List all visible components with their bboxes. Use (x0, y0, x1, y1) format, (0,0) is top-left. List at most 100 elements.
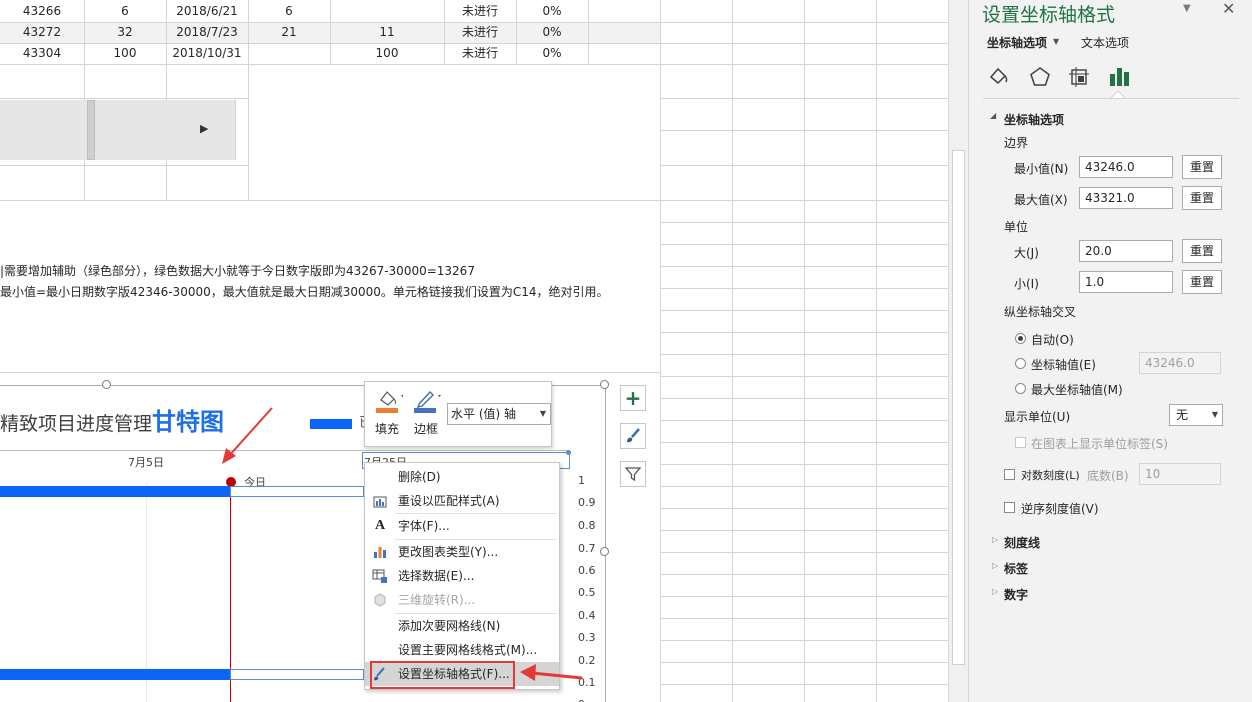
table-cell[interactable]: 6 (84, 1, 166, 22)
chart-element-value: 水平 (值) 轴 (451, 407, 516, 421)
radio-auto[interactable] (1015, 333, 1026, 344)
minor-reset-button[interactable]: 重置 (1182, 270, 1222, 294)
min-bound-input[interactable] (1079, 156, 1173, 178)
gantt-bar-remaining[interactable] (230, 669, 364, 680)
table-cell[interactable]: 11 (330, 22, 444, 43)
scroll-right-arrow-icon[interactable]: ▶ (200, 122, 208, 135)
chevron-down-icon[interactable]: ▼ (1053, 37, 1059, 46)
expand-triangle-icon: ▷ (992, 535, 999, 544)
chevron-down-icon: ▼ (1211, 410, 1218, 419)
table-cell[interactable]: 43272 (0, 22, 84, 43)
axis-value-input (1139, 352, 1221, 374)
border-button[interactable] (411, 386, 441, 416)
menu-item-label: 更改图表类型(Y)... (398, 545, 499, 559)
radio-max-axis-value[interactable] (1015, 383, 1026, 394)
close-icon[interactable]: ✕ (1222, 0, 1235, 18)
menu-item-font[interactable]: A 字体(F)... (365, 514, 559, 538)
table-cell[interactable]: 2018/10/31 (166, 43, 248, 64)
menu-item-change-chart-type[interactable]: 更改图表类型(Y)... (365, 540, 559, 564)
scrollbar-thumb[interactable] (952, 150, 965, 665)
grid-line (660, 662, 948, 663)
table-cell[interactable]: 43304 (0, 43, 84, 64)
pen-icon (414, 390, 441, 413)
table-cell[interactable]: 32 (84, 22, 166, 43)
table-cell[interactable]: 2018/6/21 (166, 1, 248, 22)
table-cell[interactable]: 未进行 (444, 22, 516, 43)
chart-title-bold: 甘特图 (152, 408, 225, 436)
chart-styles-button[interactable] (620, 423, 646, 449)
chart-resize-handle[interactable] (102, 380, 111, 389)
gantt-bar[interactable] (0, 486, 230, 497)
legend-swatch[interactable] (310, 419, 352, 429)
brush-icon (627, 428, 640, 443)
section-tick-marks[interactable]: ▷ 刻度线 (992, 534, 1041, 551)
menu-item-reset-style[interactable]: 重设以匹配样式(A) (365, 489, 559, 513)
table-cell[interactable]: 2018/7/23 (166, 22, 248, 43)
tab-text-options[interactable]: 文本选项 (1081, 34, 1129, 51)
table-cell[interactable]: 100 (84, 43, 166, 64)
section-label: 刻度线 (1004, 536, 1041, 550)
size-properties-tab[interactable] (1066, 64, 1092, 90)
section-number[interactable]: ▷ 数字 (992, 586, 1028, 603)
grid-line (660, 640, 948, 641)
menu-item-format-major-gridlines[interactable]: 设置主要网格线格式(M)... (365, 638, 559, 662)
chart-element-dropdown[interactable]: 水平 (值) 轴 ▼ (447, 403, 551, 425)
chart-elements-button[interactable]: + (620, 385, 646, 411)
display-units-label: 显示单位(U) (1004, 410, 1071, 424)
menu-item-select-data[interactable]: 选择数据(E)... (365, 564, 559, 588)
chart-resize-handle[interactable] (600, 547, 609, 556)
chart-filters-button[interactable] (620, 461, 646, 487)
section-axis-options[interactable]: ◢ 坐标轴选项 (990, 111, 1064, 128)
selection-handle[interactable] (566, 450, 571, 455)
paint-bucket-icon (376, 391, 404, 413)
minor-unit-input[interactable] (1079, 271, 1173, 293)
menu-item-delete[interactable]: 删除(D) (365, 465, 559, 489)
grid-line (660, 98, 948, 99)
table-cell[interactable] (248, 43, 330, 64)
table-cell[interactable]: 0% (516, 22, 588, 43)
grid-line (660, 574, 948, 575)
gantt-bar[interactable] (0, 669, 230, 680)
table-cell[interactable] (330, 1, 444, 22)
grid-line (660, 530, 948, 531)
log-scale-checkbox[interactable] (1004, 469, 1015, 480)
grid-line (660, 130, 948, 131)
table-cell[interactable]: 0% (516, 43, 588, 64)
y-tick-label: 1 (578, 474, 585, 487)
chart-title[interactable]: 精致项目进度管理甘特图 (0, 402, 224, 437)
chart-resize-handle[interactable] (600, 380, 609, 389)
grid-line (660, 64, 948, 65)
show-units-checkbox (1015, 437, 1026, 448)
format-axis-pane: 设置坐标轴格式 ▼ ✕ 坐标轴选项 ▼ 文本选项 ◢ 坐标轴选项 边界 最小值(… (968, 0, 1252, 702)
y-tick-label: 0.9 (578, 496, 596, 509)
vertical-scrollbar[interactable] (948, 0, 968, 702)
reverse-order-checkbox[interactable] (1004, 502, 1015, 513)
axis-options-tab[interactable] (1106, 64, 1132, 90)
display-units-select[interactable]: 无 ▼ (1169, 404, 1223, 426)
y-tick-label: 0.8 (578, 519, 596, 532)
fill-line-tab[interactable] (985, 64, 1011, 90)
table-cell[interactable]: 未进行 (444, 1, 516, 22)
menu-item-add-minor-gridlines[interactable]: 添加次要网格线(N) (365, 614, 559, 638)
table-cell[interactable]: 未进行 (444, 43, 516, 64)
section-label: 标签 (1004, 562, 1029, 576)
table-cell[interactable]: 0% (516, 1, 588, 22)
max-reset-button[interactable]: 重置 (1182, 186, 1222, 210)
chevron-down-icon[interactable]: ▼ (1183, 3, 1191, 14)
fill-button[interactable] (373, 386, 404, 416)
table-cell[interactable]: 43266 (0, 1, 84, 22)
min-reset-button[interactable]: 重置 (1182, 155, 1222, 179)
radio-axis-value[interactable] (1015, 358, 1026, 369)
max-bound-input[interactable] (1079, 187, 1173, 209)
table-cell[interactable]: 6 (248, 1, 330, 22)
section-labels[interactable]: ▷ 标签 (992, 560, 1029, 577)
effects-tab[interactable] (1027, 64, 1053, 90)
major-reset-button[interactable]: 重置 (1182, 239, 1222, 263)
tab-axis-options[interactable]: 坐标轴选项 (987, 34, 1047, 51)
gantt-bar-remaining[interactable] (230, 486, 364, 497)
scrollbar-control[interactable]: ▶ (0, 100, 236, 160)
table-cell[interactable]: 100 (330, 43, 444, 64)
major-unit-input[interactable] (1079, 240, 1173, 262)
table-cell[interactable]: 21 (248, 22, 330, 43)
scrollbar-thumb[interactable] (87, 100, 95, 160)
